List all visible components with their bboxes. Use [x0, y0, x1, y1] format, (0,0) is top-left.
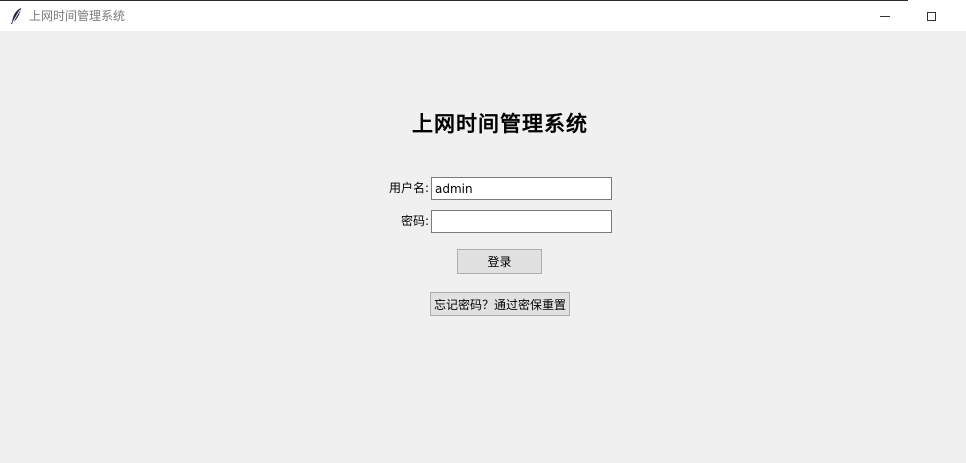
minimize-icon [880, 15, 890, 17]
username-label: 用户名: [388, 181, 429, 195]
feather-icon [11, 8, 21, 24]
password-label: 密码: [400, 214, 429, 228]
maximize-icon [926, 11, 936, 21]
login-button[interactable]: 登录 [457, 249, 542, 274]
page-title: 上网时间管理系统 [412, 111, 588, 136]
window-title: 上网时间管理系统 [29, 9, 126, 23]
maximize-button[interactable] [908, 1, 954, 31]
username-input[interactable] [431, 177, 612, 200]
forgot-password-button[interactable]: 忘记密码？通过密保重置 [430, 292, 570, 316]
minimize-button[interactable] [862, 1, 908, 31]
window-titlebar: 上网时间管理系统 [0, 0, 966, 31]
password-input[interactable] [431, 210, 612, 233]
